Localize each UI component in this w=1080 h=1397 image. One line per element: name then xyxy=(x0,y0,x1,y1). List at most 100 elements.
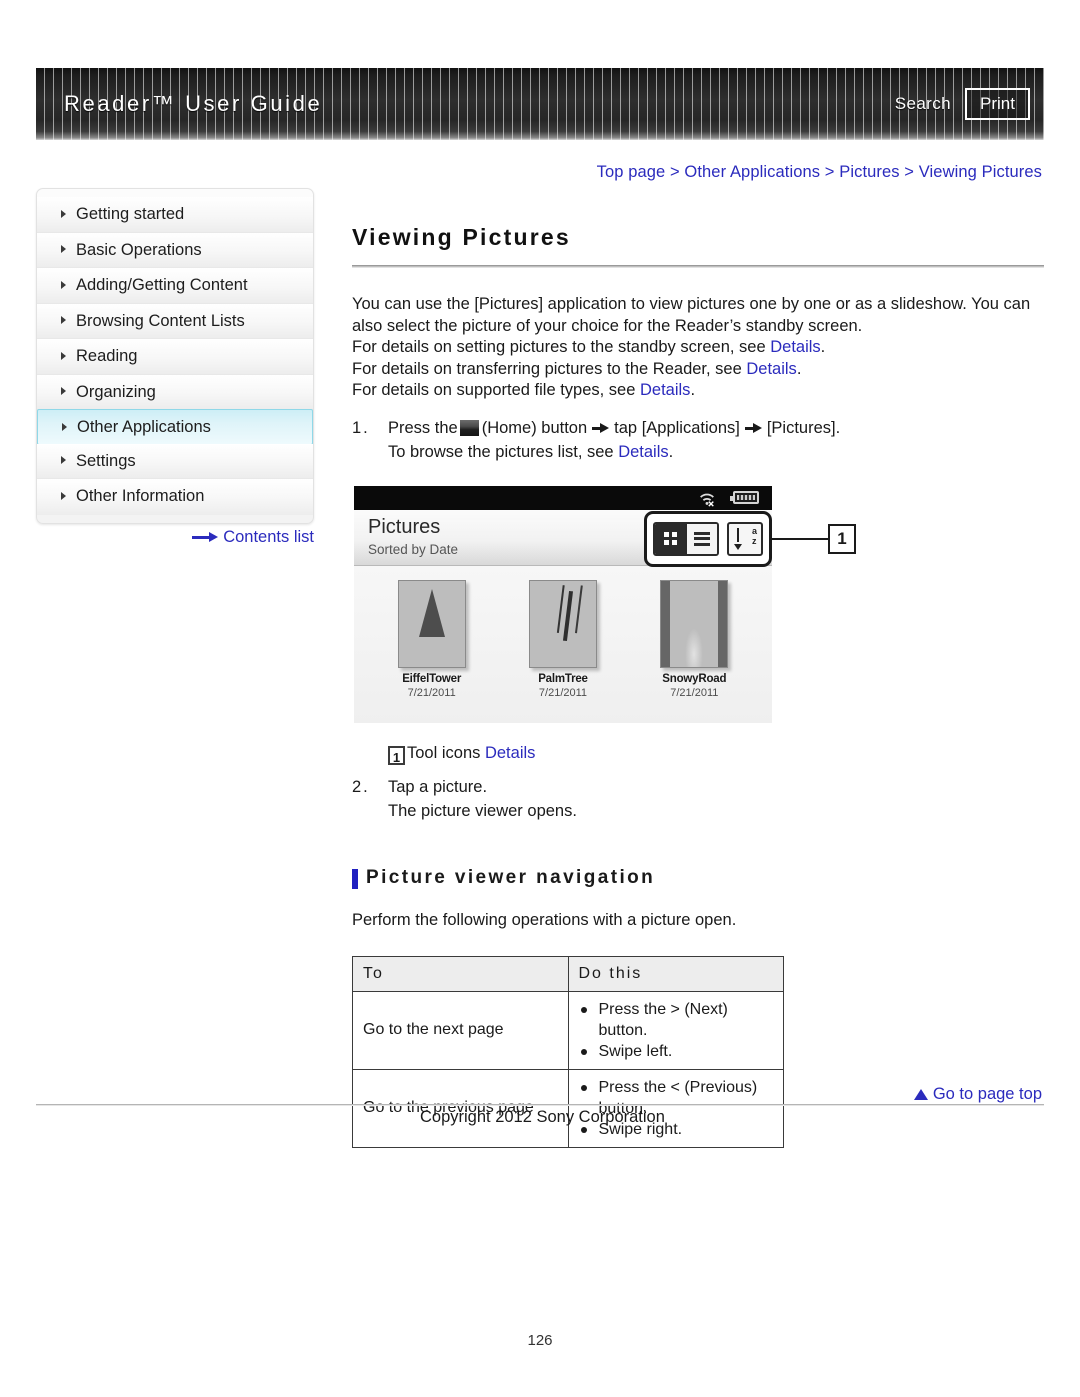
details-link-tool-icons[interactable]: Details xyxy=(485,744,535,762)
callout-marker-1: 1 xyxy=(828,523,856,554)
toolbar-callout: az xyxy=(644,510,772,567)
sidebar-item-adding-getting-content[interactable]: Adding/Getting Content xyxy=(37,268,313,304)
steps-list: 1. Press the (Home) button tap [Application… xyxy=(352,416,1044,823)
wifi-off-icon xyxy=(700,493,714,507)
detail-line-2-period: . xyxy=(796,359,802,378)
footer-divider xyxy=(36,1104,1044,1106)
sidebar-item-label: Settings xyxy=(76,451,136,470)
table-row: Go to the next page Press the > (Next) b… xyxy=(352,990,784,1070)
device-status-bar xyxy=(354,485,772,510)
breadcrumb[interactable]: Top page > Other Applications > Pictures… xyxy=(597,163,1042,182)
chevron-right-icon xyxy=(61,245,66,254)
view-mode-segmented-control[interactable] xyxy=(653,521,719,556)
sidebar-item-label: Getting started xyxy=(76,205,185,223)
chevron-right-icon xyxy=(61,316,66,325)
chevron-right-icon xyxy=(61,280,66,289)
details-link-browse[interactable]: Details xyxy=(618,443,668,461)
arrow-right-icon xyxy=(744,422,762,434)
step-1-text-b: (Home) button xyxy=(481,418,588,437)
chevron-right-icon xyxy=(61,387,66,396)
thumbnail-date: 7/21/2011 xyxy=(538,686,588,699)
sidebar-item-label: Other Applications xyxy=(77,418,211,436)
thumbnail-image-snowy-road xyxy=(660,579,729,668)
thumbnail-item[interactable]: EiffelTower 7/21/2011 xyxy=(384,579,480,699)
contents-list-label: Contents list xyxy=(223,528,314,546)
step-2: 2. Tap a picture. The picture viewer open… xyxy=(352,775,1044,823)
thumbnail-image-eiffel-tower xyxy=(397,579,466,668)
contents-list-link[interactable]: Contents list xyxy=(36,528,314,547)
triangle-up-icon xyxy=(913,1089,928,1100)
sidebar-item-organizing[interactable]: Organizing xyxy=(37,374,313,410)
chevron-right-icon xyxy=(61,456,66,465)
list-item: Press the > (Next) button. xyxy=(579,999,774,1041)
step-1-number: 1. xyxy=(352,418,370,437)
search-button[interactable]: Search xyxy=(895,94,951,114)
intro-paragraph: You can use the [Pictures] application t… xyxy=(352,294,1044,402)
sidebar-item-other-information[interactable]: Other Information xyxy=(37,479,313,515)
sidebar-item-browsing-content-lists[interactable]: Browsing Content Lists xyxy=(37,303,313,339)
table-header-row: To Do this xyxy=(352,955,784,992)
sidebar-item-getting-started[interactable]: Getting started xyxy=(37,197,313,233)
detail-line-1-period: . xyxy=(820,338,826,356)
step-2-subtext: The picture viewer opens. xyxy=(388,801,577,820)
chevron-right-icon xyxy=(61,351,66,360)
detail-line-3-period: . xyxy=(690,381,696,399)
step-1: 1. Press the (Home) button tap [Application… xyxy=(352,416,1044,464)
detail-line-3-text: For details on supported file types, see xyxy=(352,381,640,399)
sidebar-item-label: Browsing Content Lists xyxy=(76,311,245,330)
callout-marker-mini: 1 xyxy=(388,745,405,765)
step-2-text: Tap a picture. xyxy=(388,777,488,796)
sort-az-icon[interactable]: az xyxy=(727,521,763,556)
title-divider xyxy=(352,265,1044,268)
thumbnail-date: 7/21/2011 xyxy=(670,686,719,699)
table-cell-to: Go to the next page xyxy=(352,990,569,1070)
device-app-title: Pictures xyxy=(368,515,441,538)
details-link-filetypes[interactable]: Details xyxy=(640,381,690,399)
thumbnail-item[interactable]: PalmTree 7/21/2011 xyxy=(515,579,611,699)
thumbnail-item[interactable]: SnowyRoad 7/21/2011 xyxy=(646,579,742,699)
step-1-text-d: [Pictures]. xyxy=(766,418,841,437)
detail-line-2: For details on transferring pictures to … xyxy=(352,360,801,378)
sidebar-item-label: Basic Operations xyxy=(76,240,202,259)
device-sort-label: Sorted by Date xyxy=(368,541,459,557)
site-header: Reader™ User Guide Search Print xyxy=(36,68,1044,140)
intro-line-1: You can use the [Pictures] application t… xyxy=(352,295,1031,313)
go-to-page-top-link[interactable]: Go to page top xyxy=(913,1085,1042,1104)
step-2-number: 2. xyxy=(352,777,370,796)
sidebar-nav: Getting started Basic Operations Adding/… xyxy=(36,188,314,524)
sidebar-item-label: Reading xyxy=(76,347,138,365)
sidebar-item-label: Adding/Getting Content xyxy=(76,276,248,294)
home-button-icon xyxy=(459,419,479,436)
step-1-text-c: tap [Applications] xyxy=(614,418,740,437)
list-item: Swipe left. xyxy=(579,1041,774,1062)
sidebar-item-label: Organizing xyxy=(76,382,156,401)
thumbnail-name: EiffelTower xyxy=(402,672,462,685)
page-number: 126 xyxy=(527,1332,553,1349)
details-link-transfer[interactable]: Details xyxy=(746,360,796,378)
sidebar-item-basic-operations[interactable]: Basic Operations xyxy=(37,232,313,268)
device-picture-grid: EiffelTower 7/21/2011 PalmTree 7/21/2011… xyxy=(354,565,772,723)
intro-line-2: also select the picture of your choice f… xyxy=(352,316,863,335)
arrow-right-icon xyxy=(192,532,219,543)
battery-icon xyxy=(730,490,759,504)
thumbnail-date: 7/21/2011 xyxy=(407,686,456,699)
detail-line-1-text: For details on setting pictures to the s… xyxy=(352,338,771,356)
device-screenshot-figure: Pictures Sorted by Date EiffelTower 7/21… xyxy=(352,485,862,726)
list-view-icon[interactable] xyxy=(685,523,717,554)
details-link-standby[interactable]: Details xyxy=(770,338,820,356)
thumbnail-name: SnowyRoad xyxy=(662,672,727,685)
thumbnail-image-palm-tree xyxy=(528,579,597,668)
print-button[interactable]: Print xyxy=(965,88,1030,120)
chevron-right-icon xyxy=(62,422,67,431)
sidebar-item-settings[interactable]: Settings xyxy=(37,443,313,479)
sidebar-item-reading[interactable]: Reading xyxy=(37,339,313,375)
arrow-right-icon xyxy=(592,422,610,434)
main-content: Viewing Pictures You can use the [Pictur… xyxy=(352,188,1044,1148)
sidebar-item-other-applications[interactable]: Other Applications xyxy=(37,409,313,445)
table-header-do-this: Do this xyxy=(567,955,784,992)
step-1-sub-post: . xyxy=(668,442,674,461)
thumbnail-row: EiffelTower 7/21/2011 PalmTree 7/21/2011… xyxy=(354,566,772,699)
grid-view-icon[interactable] xyxy=(655,523,685,554)
detail-line-2-text: For details on transferring pictures to … xyxy=(352,359,747,378)
callout-leader-line xyxy=(772,537,830,540)
